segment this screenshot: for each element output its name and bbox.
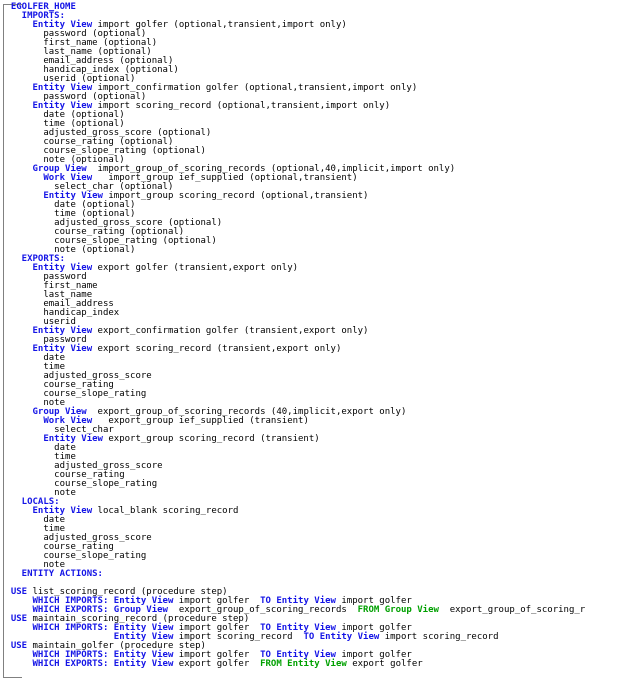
diagram-from-keyword: FROM Entity View — [260, 659, 347, 669]
diagram-text: import scoring_record — [379, 632, 499, 642]
diagram-line[interactable]: ENTITY ACTIONS: — [0, 570, 637, 579]
diagram-line[interactable]: course_slope_rating — [0, 390, 637, 399]
diagram-line[interactable]: Entity View export_group scoring_record … — [0, 435, 637, 444]
diagram-line[interactable]: Entity View export_confirmation golfer (… — [0, 327, 637, 336]
diagram-line[interactable]: WHICH EXPORTS: Entity View export golfer… — [0, 660, 637, 669]
diagram-from-keyword: FROM Group View — [357, 605, 439, 615]
diagram-text: export scoring_record (transient,export … — [92, 344, 342, 354]
diagram-line[interactable]: note — [0, 489, 637, 498]
diagram-line[interactable]: date — [0, 354, 637, 363]
action-diagram-listing: EGOLFER_HOME IMPORTS: Entity View import… — [0, 3, 637, 669]
diagram-keyword: TO Entity View — [303, 632, 380, 642]
diagram-text: export_group_of_scoring_r — [438, 605, 586, 615]
action-diagram-viewport: EGOLFER_HOME IMPORTS: Entity View import… — [0, 0, 637, 686]
diagram-line[interactable]: Entity View export scoring_record (trans… — [0, 345, 637, 354]
diagram-text: export_confirmation golfer (transient,ex… — [92, 326, 369, 336]
diagram-line[interactable]: date — [0, 444, 637, 453]
diagram-line[interactable]: Entity View export golfer (transient,exp… — [0, 264, 637, 273]
diagram-line[interactable]: EGOLFER_HOME — [0, 3, 637, 12]
frame-bottom-stub — [4, 677, 22, 678]
diagram-text: export golfer — [173, 659, 261, 669]
diagram-text: export_group ief_supplied (transient) — [92, 416, 309, 426]
diagram-text: export golfer — [346, 659, 423, 669]
diagram-text: import_group scoring_record (optional,tr… — [102, 191, 369, 201]
diagram-line[interactable]: note (optional) — [0, 246, 637, 255]
diagram-keyword: ENTITY ACTIONS: — [0, 569, 103, 579]
diagram-text: export_group scoring_record (transient) — [102, 434, 320, 444]
diagram-line[interactable]: handicap_index — [0, 309, 637, 318]
diagram-text: import scoring_record (optional,transien… — [92, 101, 391, 111]
diagram-line[interactable]: Entity View local_blank scoring_record — [0, 507, 637, 516]
diagram-line[interactable]: first_name — [0, 282, 637, 291]
diagram-keyword: WHICH EXPORTS: Entity View — [0, 659, 174, 669]
diagram-line[interactable]: course_slope_rating — [0, 480, 637, 489]
diagram-text: export golfer (transient,export only) — [92, 263, 299, 273]
diagram-line[interactable]: date — [0, 516, 637, 525]
diagram-text: local_blank scoring_record — [92, 506, 239, 516]
diagram-line[interactable]: course_slope_rating — [0, 552, 637, 561]
